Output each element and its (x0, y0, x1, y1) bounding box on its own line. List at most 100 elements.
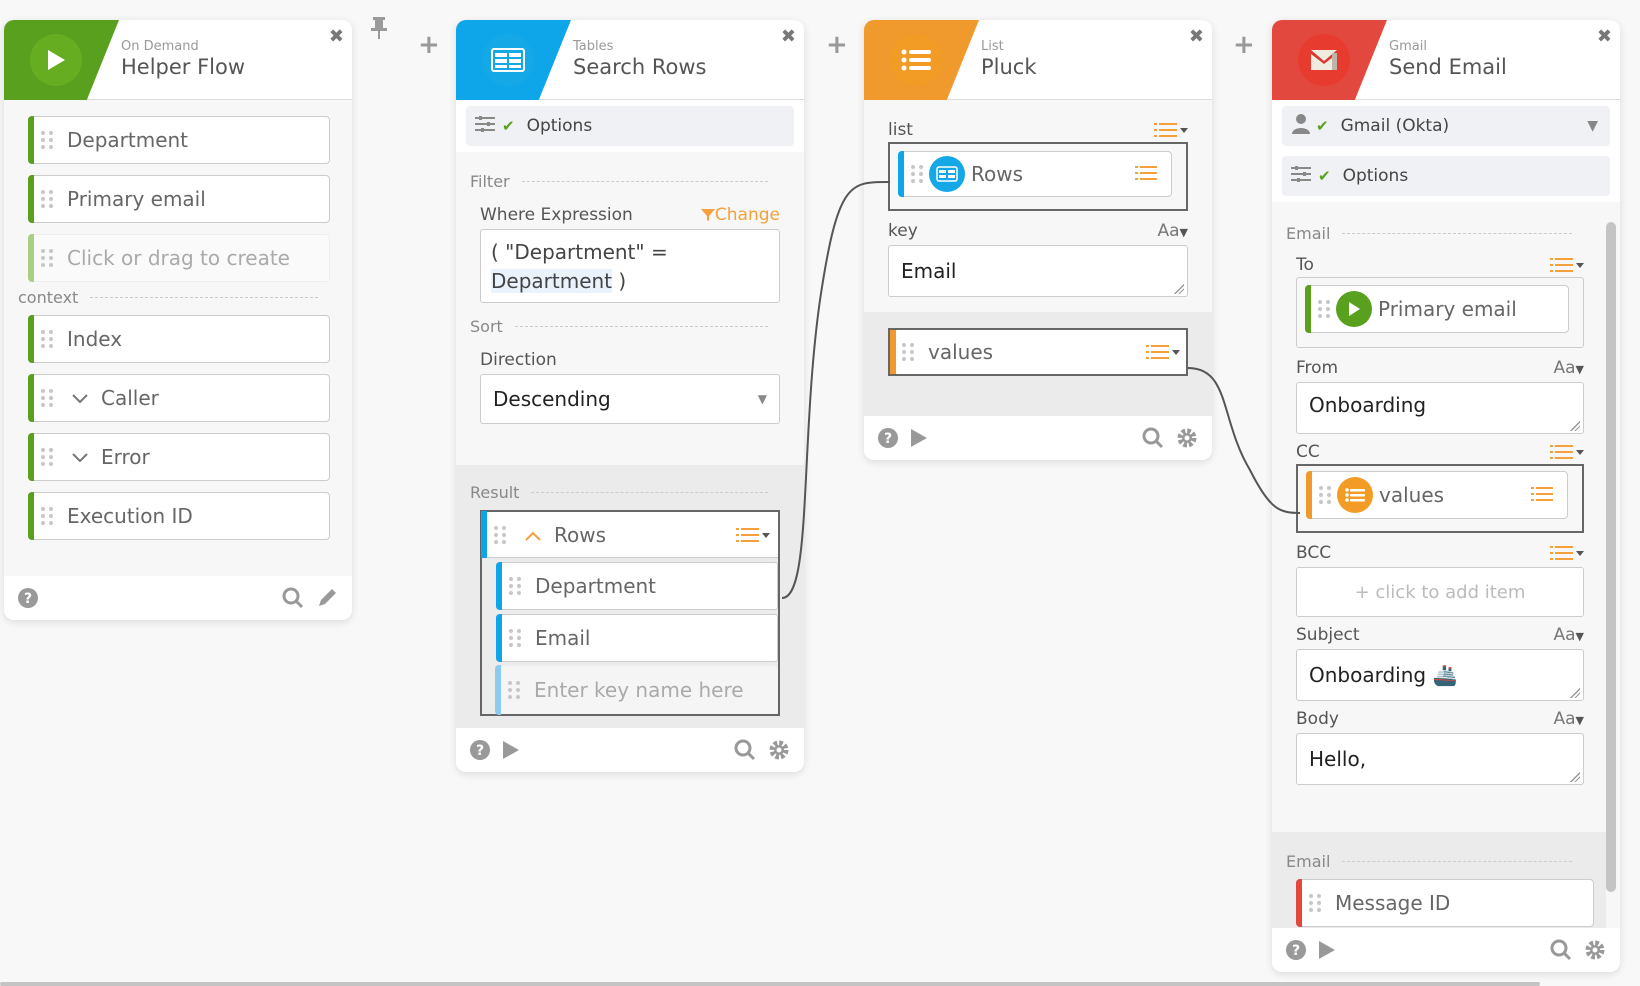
search-icon[interactable] (1550, 939, 1572, 961)
options-row[interactable]: ✔ Options (466, 106, 794, 146)
list-type-icon[interactable] (1154, 122, 1188, 138)
cc-value-values[interactable]: values (1306, 471, 1568, 519)
variable-token[interactable]: Department (491, 269, 613, 293)
drag-handle-icon[interactable] (41, 130, 55, 150)
resize-handle[interactable] (1174, 284, 1184, 294)
subject-input[interactable]: Onboarding 🚢 (1296, 649, 1584, 701)
key-label: key (888, 221, 918, 241)
add-step-button[interactable]: + (1233, 30, 1255, 60)
pin-icon[interactable] (370, 16, 388, 44)
to-value-primary-email[interactable]: Primary email (1305, 285, 1569, 333)
close-icon[interactable]: ✖ (329, 26, 344, 47)
drag-handle-icon[interactable] (911, 164, 925, 184)
list-type-icon[interactable] (1550, 545, 1584, 561)
help-icon[interactable]: ? (470, 740, 490, 760)
sort-section-label: Sort (470, 317, 768, 336)
list-type-icon[interactable] (736, 527, 770, 543)
search-icon[interactable] (282, 587, 304, 609)
email-output-section-label: Email (1286, 852, 1572, 871)
resize-handle[interactable] (1570, 688, 1580, 698)
context-item-caller[interactable]: Caller (28, 374, 330, 422)
drag-handle-icon (41, 248, 55, 268)
cc-field[interactable]: values (1296, 464, 1584, 533)
list-type-icon[interactable] (1550, 444, 1584, 460)
output-values[interactable]: values (888, 328, 1188, 376)
context-item-execution-id[interactable]: Execution ID (28, 492, 330, 540)
drag-handle-icon[interactable] (509, 576, 523, 596)
close-icon[interactable]: ✖ (1189, 26, 1204, 47)
text-type-selector[interactable]: Aa▼ (1553, 625, 1584, 645)
list-input-dropzone[interactable]: Rows (888, 142, 1188, 211)
direction-select[interactable]: Descending ▼ (480, 374, 780, 424)
help-icon[interactable]: ? (1286, 940, 1306, 960)
resize-handle[interactable] (1570, 421, 1580, 431)
chevron-down-icon[interactable] (71, 386, 89, 410)
input-field-primary-email[interactable]: Primary email (28, 175, 330, 223)
to-field[interactable]: Primary email (1296, 277, 1584, 348)
list-input-rows[interactable]: Rows (898, 151, 1172, 197)
chevron-down-icon[interactable] (71, 445, 89, 469)
drag-handle-icon[interactable] (41, 329, 55, 349)
play-icon[interactable] (502, 740, 520, 760)
drag-handle-icon[interactable] (902, 342, 916, 362)
gear-icon[interactable] (1176, 427, 1198, 449)
search-icon[interactable] (1142, 427, 1164, 449)
add-step-button[interactable]: + (418, 30, 440, 60)
where-expression-input[interactable]: ( "Department" = Department ) (480, 229, 780, 303)
output-key-email[interactable]: Email (496, 614, 778, 662)
text-type-selector[interactable]: Aa▼ (1553, 709, 1584, 729)
key-input[interactable]: Email (888, 245, 1188, 297)
from-input[interactable]: Onboarding (1296, 382, 1584, 434)
close-icon[interactable]: ✖ (781, 26, 796, 47)
play-icon (30, 34, 82, 86)
dropdown-arrow-icon: ▼ (757, 392, 767, 406)
list-type-icon[interactable] (1550, 257, 1584, 273)
vertical-scrollbar[interactable] (1606, 222, 1616, 892)
context-item-error[interactable]: Error (28, 433, 330, 481)
add-step-button[interactable]: + (826, 30, 848, 60)
body-input[interactable]: Hello, (1296, 733, 1584, 785)
user-icon (1292, 113, 1310, 139)
chevron-up-icon[interactable] (524, 523, 542, 547)
output-key-department[interactable]: Department (496, 562, 778, 610)
create-field-placeholder[interactable]: Click or drag to create (28, 234, 330, 282)
drag-handle-icon[interactable] (1319, 485, 1333, 505)
search-icon[interactable] (734, 739, 756, 761)
text-type-selector[interactable]: Aa▼ (1553, 358, 1584, 378)
drag-handle-icon[interactable] (1309, 893, 1323, 913)
card-footer: ? (4, 576, 352, 620)
gear-icon[interactable] (768, 739, 790, 761)
horizontal-scrollbar[interactable] (0, 982, 1540, 986)
help-icon[interactable]: ? (878, 428, 898, 448)
pencil-icon[interactable] (316, 587, 338, 609)
change-filter-button[interactable]: Change (700, 205, 780, 225)
options-row[interactable]: ✔ Options (1282, 156, 1610, 196)
subject-label: Subject (1296, 625, 1360, 645)
output-rows[interactable]: Rows (481, 511, 778, 558)
card-search-rows: Tables Search Rows ✖ ✔ Options Filter Wh… (456, 20, 804, 772)
drag-handle-icon[interactable] (1318, 299, 1332, 319)
drag-handle-icon[interactable] (41, 388, 55, 408)
connection-select[interactable]: ✔ Gmail (Okta) ▼ (1282, 106, 1610, 146)
output-message-id[interactable]: Message ID (1296, 879, 1594, 927)
gear-icon[interactable] (1584, 939, 1606, 961)
play-icon[interactable] (910, 428, 928, 448)
close-icon[interactable]: ✖ (1597, 26, 1612, 47)
key-name-input[interactable]: Enter key name here (495, 665, 778, 715)
text-type-selector[interactable]: Aa▼ (1157, 221, 1188, 241)
drag-handle-icon[interactable] (41, 189, 55, 209)
list-type-icon[interactable] (1146, 344, 1180, 360)
card-pluck: List Pluck ✖ list Rows key Aa▼ Email val… (864, 20, 1212, 460)
drag-handle-icon[interactable] (494, 525, 508, 545)
drag-handle-icon[interactable] (41, 447, 55, 467)
input-field-department[interactable]: Department (28, 116, 330, 164)
drag-handle-icon[interactable] (41, 506, 55, 526)
context-item-index[interactable]: Index (28, 315, 330, 363)
drag-handle-icon[interactable] (509, 628, 523, 648)
help-icon[interactable]: ? (18, 588, 38, 608)
card-header: Gmail Send Email ✖ (1272, 20, 1620, 100)
cc-label: CC (1296, 442, 1320, 462)
bcc-add-item[interactable]: + click to add item (1296, 567, 1584, 617)
resize-handle[interactable] (1570, 772, 1580, 782)
play-icon[interactable] (1318, 940, 1336, 960)
